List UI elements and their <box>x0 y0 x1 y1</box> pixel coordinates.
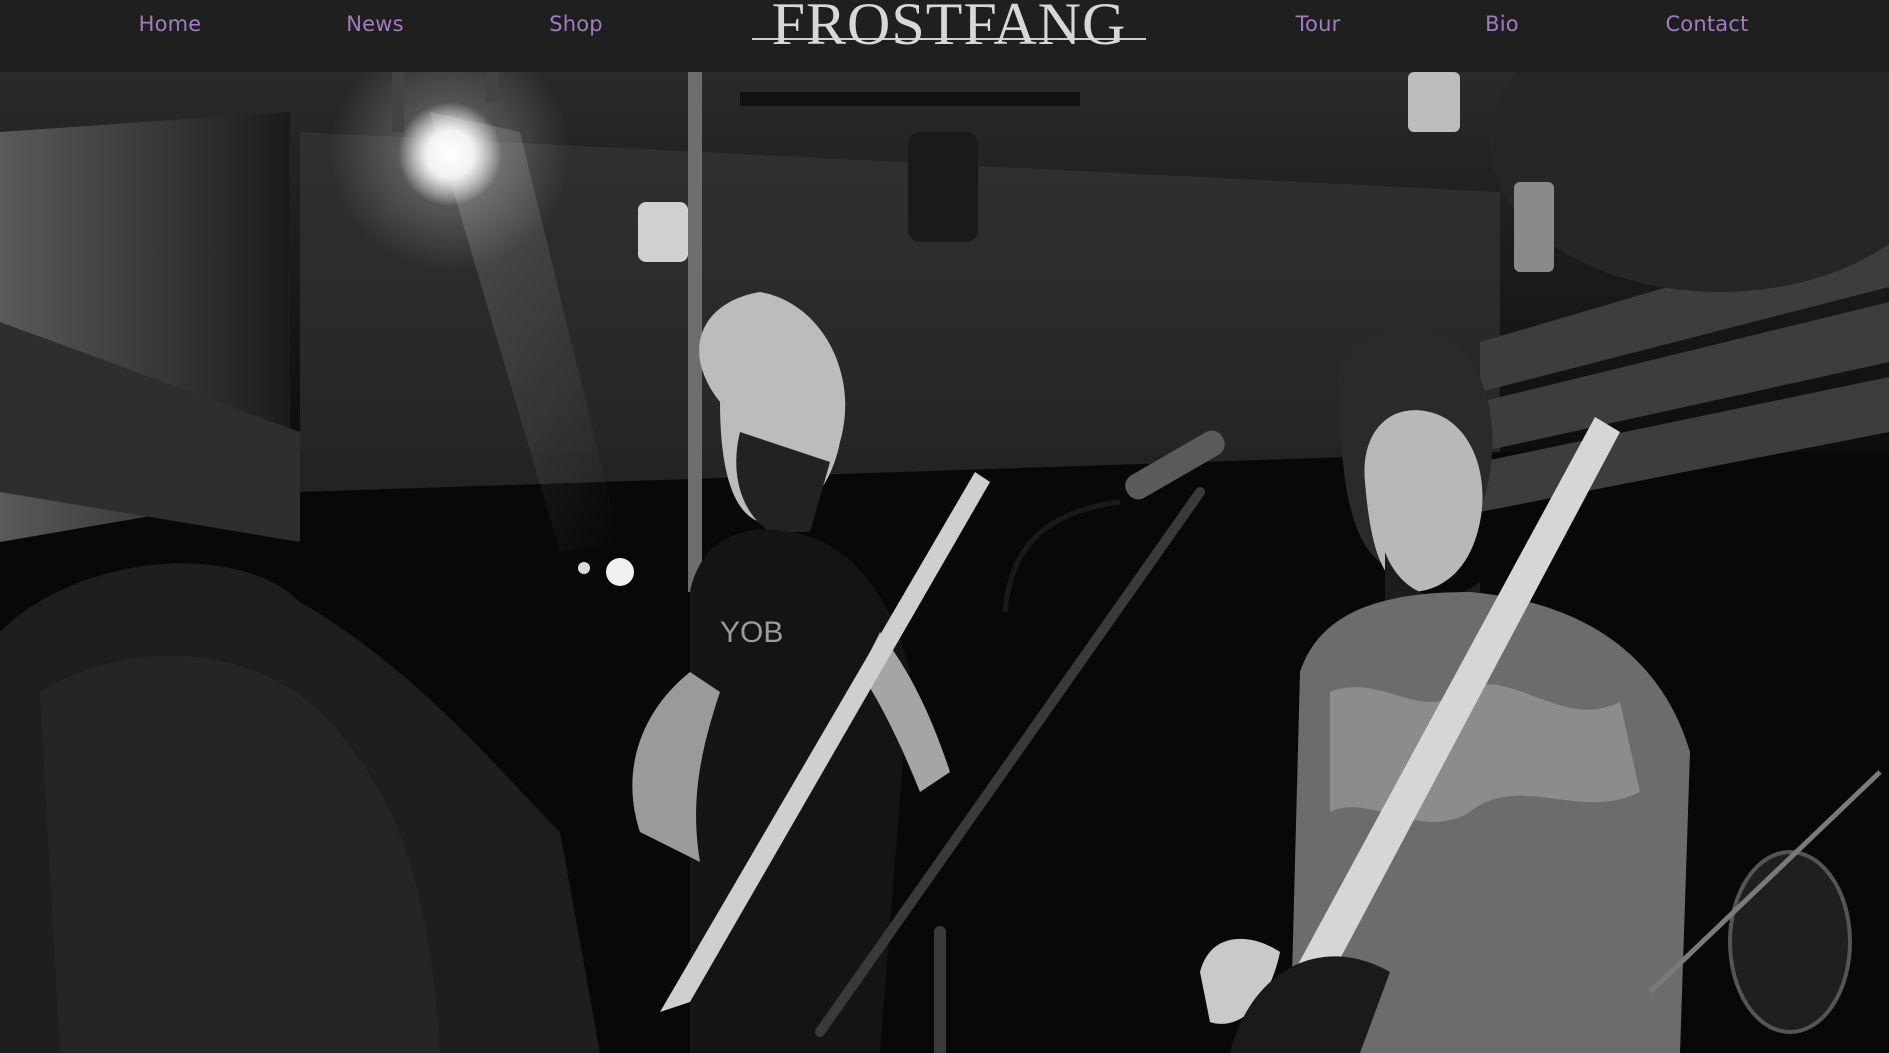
shirt-print: YOB <box>720 616 783 649</box>
nav-link-news[interactable]: News <box>346 12 404 36</box>
top-navigation: Home News Shop FROSTFANG Tour Bio Contac… <box>0 0 1889 72</box>
hero-concert-photo: YOB <box>0 72 1889 1053</box>
logo-text: FROSTFANG <box>771 0 1127 57</box>
nav-link-contact[interactable]: Contact <box>1665 12 1748 36</box>
nav-link-bio[interactable]: Bio <box>1485 12 1519 36</box>
nav-link-tour[interactable]: Tour <box>1296 12 1341 36</box>
nav-link-home[interactable]: Home <box>139 12 202 36</box>
concert-photo-illustration: YOB <box>0 72 1889 1053</box>
band-logo[interactable]: FROSTFANG <box>752 0 1146 56</box>
nav-link-shop[interactable]: Shop <box>549 12 603 36</box>
